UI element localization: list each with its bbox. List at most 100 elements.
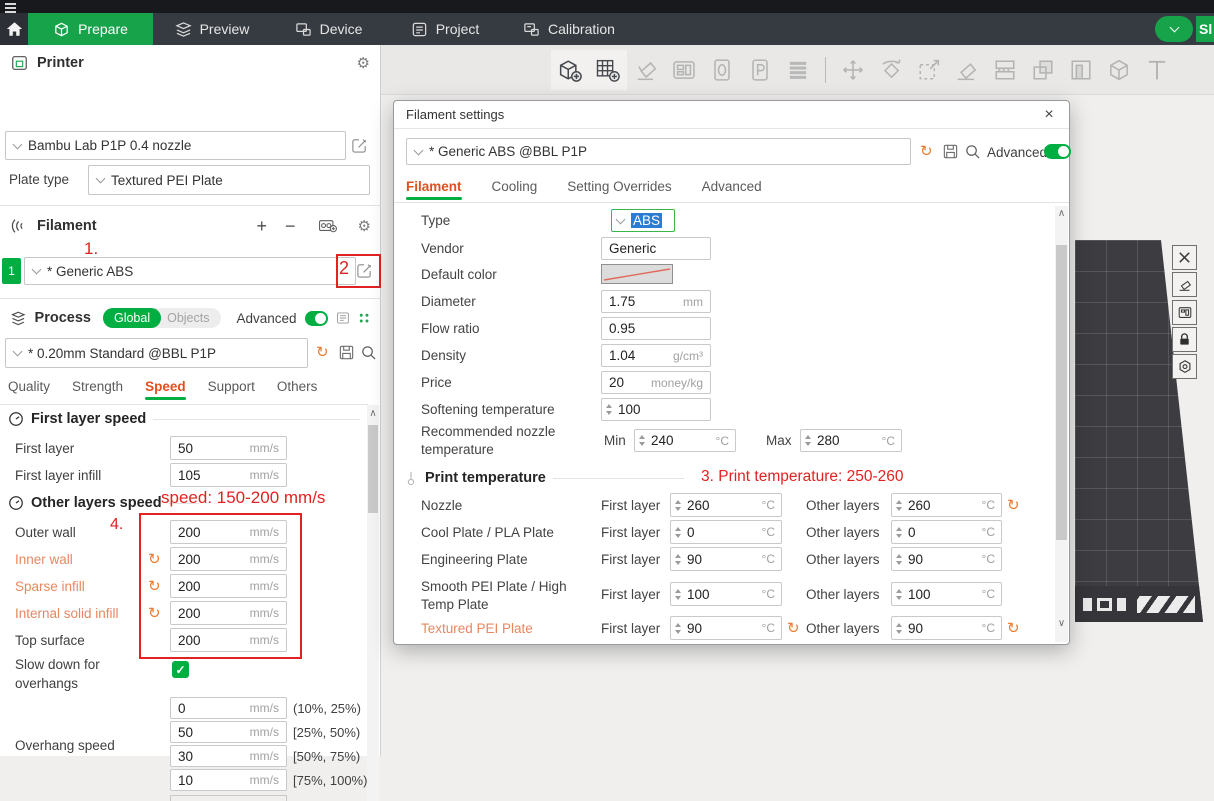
price-input[interactable]: 20money/kg xyxy=(601,371,711,394)
spinner-arrows-icon[interactable] xyxy=(675,527,681,538)
printer-preset-dropdown[interactable]: Bambu Lab P1P 0.4 nozzle xyxy=(5,131,346,160)
tab-setting-overrides[interactable]: Setting Overrides xyxy=(567,179,671,200)
spinner-arrows-icon[interactable] xyxy=(675,500,681,511)
tab-prepare[interactable]: Prepare xyxy=(28,13,153,45)
tab-others[interactable]: Others xyxy=(277,379,318,400)
add-filament-icon[interactable]: + xyxy=(257,216,268,237)
textured-pei-first-layer-spinner[interactable]: 90 °C xyxy=(670,616,782,640)
document-p-button[interactable] xyxy=(741,50,779,90)
dialog-reset-icon[interactable]: ↻ xyxy=(920,144,933,159)
text-tool-button[interactable] xyxy=(1138,50,1176,90)
delete-plate-button[interactable] xyxy=(1172,245,1197,270)
tab-project[interactable]: Project xyxy=(386,13,504,45)
top-surface-input[interactable]: 200mm/s xyxy=(170,628,287,652)
reset-icon[interactable]: ↻ xyxy=(148,606,161,621)
arrange-plate-button[interactable] xyxy=(1172,300,1197,325)
tab-calibration[interactable]: Calibration xyxy=(504,13,634,45)
slice-plate-button[interactable]: Sl xyxy=(1196,16,1214,42)
flow-ratio-input[interactable]: 0.95 xyxy=(601,317,711,340)
tab-preview[interactable]: Preview xyxy=(153,13,271,45)
reset-icon[interactable]: ↻ xyxy=(148,552,161,567)
layers-button[interactable] xyxy=(779,50,817,90)
orient-plate-button[interactable] xyxy=(1172,272,1197,297)
scale-button[interactable] xyxy=(910,50,948,90)
scrollbar-thumb[interactable] xyxy=(1056,245,1067,540)
spinner-arrows-icon[interactable] xyxy=(675,623,681,634)
filament-settings-gear-icon[interactable]: ⚙ xyxy=(358,217,371,235)
max-temp-spinner[interactable]: 280 °C xyxy=(800,429,902,452)
overhang-speed-input-2[interactable]: 50mm/s xyxy=(170,721,287,743)
edit-printer-icon[interactable] xyxy=(351,137,368,154)
overhang-speed-input-4[interactable]: 10mm/s xyxy=(170,769,287,791)
assembly-view-button[interactable] xyxy=(1100,50,1138,90)
spinner-arrows-icon[interactable] xyxy=(896,589,902,600)
lock-plate-button[interactable] xyxy=(1172,327,1197,352)
slow-down-overhangs-checkbox[interactable]: ✓ xyxy=(172,661,189,678)
softening-temp-spinner[interactable]: 100 xyxy=(601,398,711,421)
first-layer-input[interactable]: 50mm/s xyxy=(170,436,287,460)
process-reset-icon[interactable]: ↻ xyxy=(316,345,329,360)
search-icon[interactable] xyxy=(964,143,981,160)
cool-plate-other-layers-spinner[interactable]: 0 °C xyxy=(891,520,1002,544)
reset-icon[interactable]: ↻ xyxy=(148,579,161,594)
overhang-speed-input-3[interactable]: 30mm/s xyxy=(170,745,287,767)
filament-preset-dropdown[interactable]: * Generic ABS xyxy=(24,257,356,285)
tab-device[interactable]: Device xyxy=(271,13,386,45)
spinner-arrows-icon[interactable] xyxy=(896,500,902,511)
lay-on-face-button[interactable] xyxy=(948,50,986,90)
scope-global-pill[interactable]: Global xyxy=(103,308,161,328)
dialog-close-button[interactable]: × xyxy=(1039,105,1059,125)
add-plate-button[interactable] xyxy=(589,50,627,90)
printer-settings-gear-icon[interactable]: ⚙ xyxy=(357,54,370,72)
inner-wall-input[interactable]: 200mm/s xyxy=(170,547,287,571)
spinner-arrows-icon[interactable] xyxy=(896,554,902,565)
first-layer-infill-input[interactable]: 105mm/s xyxy=(170,463,287,487)
tab-advanced[interactable]: Advanced xyxy=(702,179,762,200)
scroll-up-arrow[interactable]: ∧ xyxy=(1055,206,1068,219)
home-button[interactable] xyxy=(0,13,28,45)
plate-settings-button[interactable] xyxy=(1172,354,1197,379)
hamburger-menu-icon[interactable] xyxy=(5,3,16,13)
tab-cooling[interactable]: Cooling xyxy=(492,179,538,200)
tab-support[interactable]: Support xyxy=(208,379,255,400)
spinner-arrows-icon[interactable] xyxy=(639,435,645,446)
scroll-up-arrow[interactable]: ∧ xyxy=(367,405,379,419)
sparse-infill-input[interactable]: 200mm/s xyxy=(170,574,287,598)
process-preset-dropdown[interactable]: * 0.20mm Standard @BBL P1P xyxy=(5,338,308,368)
scrollbar-thumb[interactable] xyxy=(368,425,378,513)
spinner-arrows-icon[interactable] xyxy=(675,554,681,565)
engineering-plate-other-layers-spinner[interactable]: 90 °C xyxy=(891,547,1002,571)
process-scope-switch[interactable]: Global Objects xyxy=(103,308,221,328)
density-input[interactable]: 1.04g/cm³ xyxy=(601,344,711,367)
save-preset-icon[interactable] xyxy=(942,143,959,160)
plate-type-dropdown[interactable]: Textured PEI Plate xyxy=(88,165,370,195)
document-0-button[interactable] xyxy=(703,50,741,90)
reset-icon[interactable]: ↻ xyxy=(787,621,800,636)
tab-quality[interactable]: Quality xyxy=(8,379,50,400)
nozzle-other-layers-spinner[interactable]: 260 °C xyxy=(891,493,1002,517)
scroll-down-arrow[interactable]: ∨ xyxy=(1055,618,1068,629)
parameter-list-icon[interactable] xyxy=(336,310,350,326)
search-icon[interactable] xyxy=(360,344,377,361)
smooth-pei-first-layer-spinner[interactable]: 100 °C xyxy=(670,582,782,606)
spinner-arrows-icon[interactable] xyxy=(896,623,902,634)
save-preset-icon[interactable] xyxy=(338,344,355,361)
objects-dots-icon[interactable] xyxy=(358,311,371,326)
sidebar-scrollbar[interactable]: ∧ xyxy=(367,405,379,801)
dialog-scrollbar[interactable]: ∧ ∨ xyxy=(1055,206,1068,642)
move-button[interactable] xyxy=(834,50,872,90)
variable-layer-height-button[interactable] xyxy=(1062,50,1100,90)
advanced-toggle[interactable] xyxy=(305,311,328,326)
vendor-input[interactable]: Generic xyxy=(601,237,711,260)
nozzle-first-layer-spinner[interactable]: 260 °C xyxy=(670,493,782,517)
reset-icon[interactable]: ↻ xyxy=(1007,498,1020,513)
slice-dropdown-button[interactable] xyxy=(1155,16,1193,42)
filament-slot-badge[interactable]: 1 xyxy=(2,258,21,284)
arrange-button[interactable] xyxy=(665,50,703,90)
internal-solid-infill-input[interactable]: 200mm/s xyxy=(170,601,287,625)
cool-plate-first-layer-spinner[interactable]: 0 °C xyxy=(670,520,782,544)
spinner-arrows-icon[interactable] xyxy=(805,435,811,446)
dialog-advanced-toggle[interactable] xyxy=(1044,144,1071,159)
add-model-button[interactable] xyxy=(551,50,589,90)
split-to-parts-button[interactable] xyxy=(1024,50,1062,90)
